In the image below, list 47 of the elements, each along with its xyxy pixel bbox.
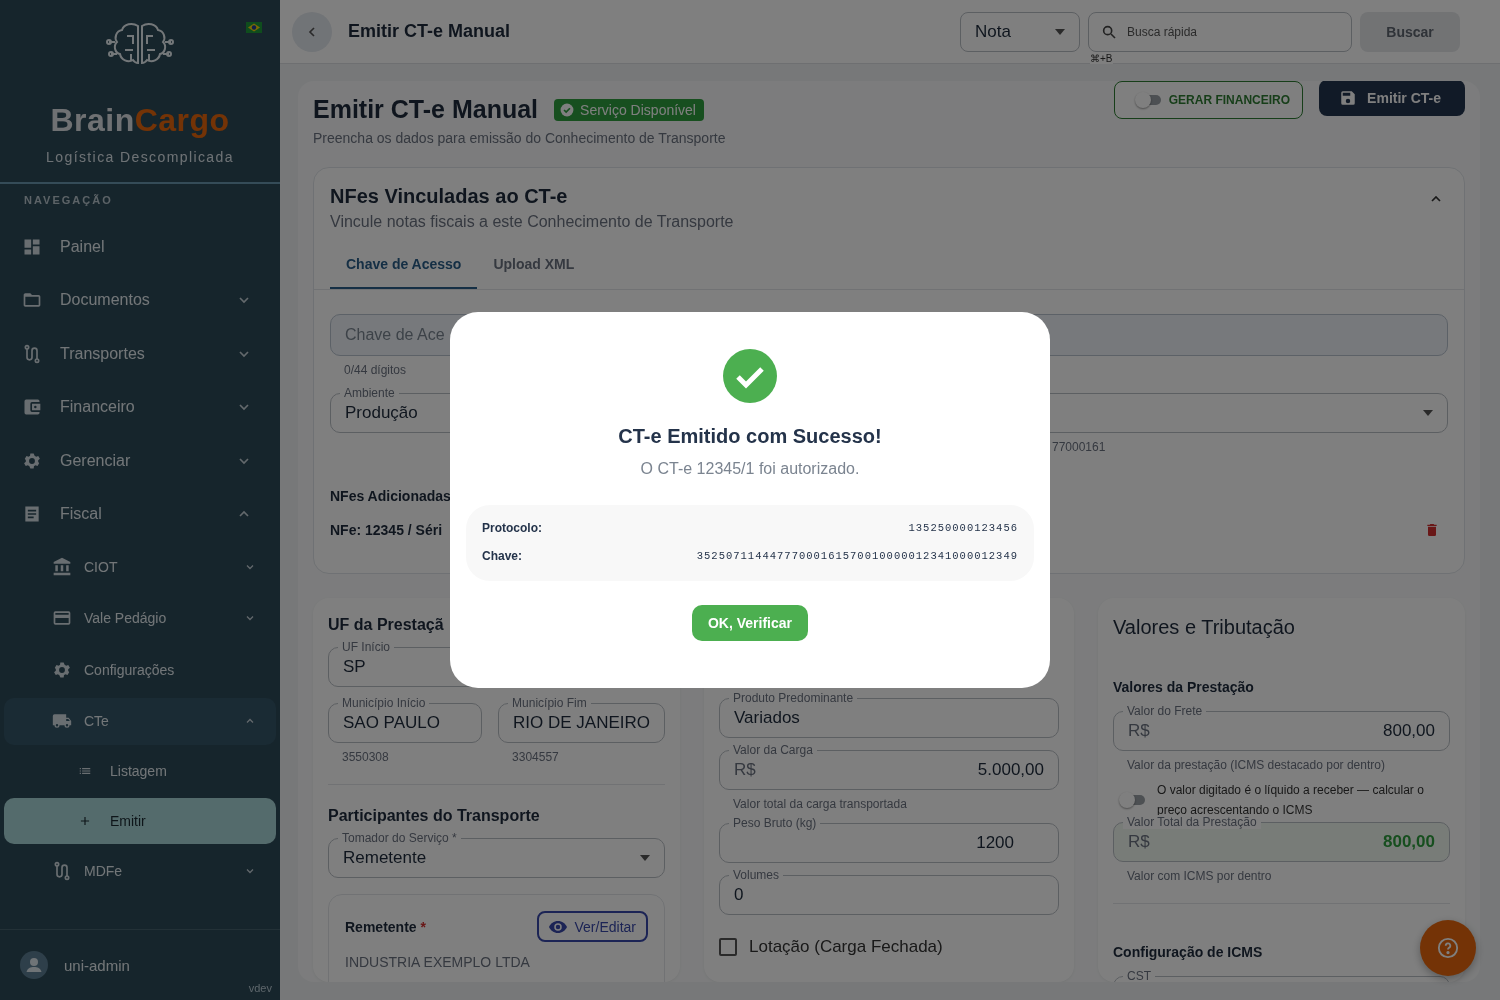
- helper-text: Valor da prestação (ICMS destacado por dentro): [1126, 758, 1386, 772]
- dialog-message: O CT-e 12345/1 foi autorizado.: [640, 460, 860, 478]
- section-title: Valores e Tributação: [1113, 616, 1296, 639]
- checkbox-label: Lotação (Carga Fechada): [749, 937, 943, 957]
- field-label: CST: [1123, 969, 1155, 982]
- sender-title: Remetente *: [345, 918, 426, 935]
- status-badge: Serviço Disponível: [554, 98, 704, 121]
- section-title: NFes Vinculadas ao CT-e: [330, 185, 569, 208]
- field-label: UF Início: [338, 640, 394, 654]
- section-title: Participantes do Transporte: [328, 807, 541, 825]
- field-label: Produto Predominante: [729, 691, 858, 705]
- field-label: Município Fim: [508, 696, 591, 710]
- dialog-title: CT-e Emitido com Sucesso!: [618, 425, 882, 448]
- field-label: Peso Bruto (kg): [729, 816, 821, 830]
- section-subtitle: Vincule notas fiscais a este Conhecimento de Transporte: [330, 213, 734, 231]
- shortcut-hint: ⌘+B: [1090, 52, 1113, 64]
- brand-tagline: Logística Descomplicada: [46, 149, 234, 165]
- field-label: Município Início: [338, 696, 430, 710]
- subsection-title: Configuração de ICMS: [1113, 944, 1264, 960]
- field-label: Valor da Carga: [729, 743, 817, 757]
- digit-counter: 0/44 dígitos: [343, 363, 408, 377]
- detail-label: Chave:: [482, 549, 522, 563]
- brand-name: BrainCargo: [50, 102, 230, 139]
- version-label: vdev: [248, 982, 272, 994]
- detail-value: 135250000123456: [908, 522, 1018, 534]
- helper-text: 77000161: [1051, 440, 1107, 454]
- field-label: Valor Total da Prestação: [1123, 815, 1261, 829]
- helper-text: Valor total da carga transportada: [732, 797, 908, 811]
- added-nfes-title: NFes Adicionadas: [330, 488, 452, 504]
- sender-name: INDUSTRIA EXEMPLO LTDA: [345, 954, 531, 970]
- city-code: 3304557: [511, 750, 560, 764]
- nav-section-label: NAVEGAÇÃO: [23, 193, 114, 208]
- field-label: Valor do Frete: [1123, 704, 1207, 718]
- field-label: Ambiente: [340, 386, 399, 400]
- field-label: Tomador do Serviço *: [338, 831, 461, 845]
- page-title: Emitir CT-e Manual: [348, 21, 511, 42]
- city-code: 3550308: [341, 750, 390, 764]
- helper-text: Valor com ICMS por dentro: [1126, 869, 1273, 883]
- page-subtitle: Preencha os dados para emissão do Conhecimento de Transporte: [313, 130, 726, 146]
- toggle-label: O valor digitado é o líquido a receber — calcular o preço acrescentando o ICMS: [1157, 782, 1425, 818]
- detail-value: 35250711444777000161570010000012341000012349: [696, 550, 1018, 562]
- page-heading: Emitir CT-e Manual: [313, 95, 539, 124]
- field-label: Volumes: [729, 868, 784, 882]
- section-title: UF da Prestaçã: [328, 616, 445, 634]
- subsection-title: Valores da Prestação: [1113, 679, 1255, 695]
- nfe-item-label: NFe: 12345 / Séri: [330, 522, 443, 538]
- detail-label: Protocolo:: [482, 521, 542, 535]
